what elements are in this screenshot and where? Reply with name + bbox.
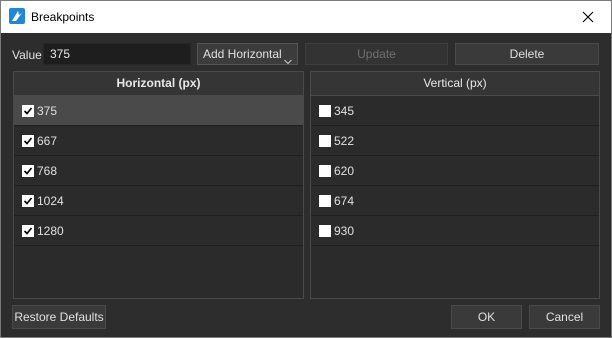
value-input[interactable] — [43, 43, 191, 65]
row-label: 1280 — [37, 223, 64, 238]
cancel-button[interactable]: Cancel — [529, 305, 600, 329]
row-label: 667 — [37, 133, 58, 148]
horizontal-row[interactable]: 1280 — [14, 216, 303, 246]
breakpoints-dialog: Breakpoints Value Add Horizontal Update … — [0, 0, 612, 338]
orientation-select-value: Add Horizontal — [203, 47, 282, 61]
checkbox-unchecked[interactable] — [319, 104, 331, 117]
row-label: 930 — [334, 223, 355, 238]
ok-button[interactable]: OK — [451, 305, 522, 329]
title-bar: Breakpoints — [1, 1, 611, 33]
horizontal-row[interactable]: 1024 — [14, 186, 303, 216]
row-label: 522 — [334, 133, 355, 148]
checkbox-unchecked[interactable] — [319, 164, 331, 177]
horizontal-row[interactable]: 667 — [14, 126, 303, 156]
close-icon[interactable] — [565, 1, 611, 33]
checkbox-checked[interactable] — [22, 134, 34, 147]
row-label: 375 — [37, 103, 58, 118]
checkbox-checked[interactable] — [22, 194, 34, 207]
horizontal-row[interactable]: 375 — [14, 96, 303, 126]
restore-defaults-button[interactable]: Restore Defaults — [12, 305, 106, 329]
vertical-list: Vertical (px) 345 522 620 674 930 — [310, 71, 600, 299]
horizontal-list: Horizontal (px) 375 667 768 1024 1280 — [13, 71, 304, 299]
checkbox-checked[interactable] — [22, 164, 34, 177]
window-title: Breakpoints — [31, 10, 95, 24]
vertical-row[interactable]: 522 — [311, 126, 599, 156]
checkbox-unchecked[interactable] — [319, 134, 331, 147]
orientation-select[interactable]: Add Horizontal — [197, 43, 298, 65]
vertical-row[interactable]: 930 — [311, 216, 599, 246]
vertical-row[interactable]: 345 — [311, 96, 599, 126]
row-label: 620 — [334, 163, 355, 178]
vertical-header: Vertical (px) — [311, 72, 599, 96]
checkbox-unchecked[interactable] — [319, 194, 331, 207]
vertical-row[interactable]: 674 — [311, 186, 599, 216]
app-logo-icon — [9, 8, 25, 24]
chevron-down-icon — [284, 51, 292, 65]
horizontal-row[interactable]: 768 — [14, 156, 303, 186]
checkbox-checked[interactable] — [22, 104, 34, 117]
row-label: 674 — [334, 193, 355, 208]
row-label: 1024 — [37, 193, 64, 208]
vertical-row[interactable]: 620 — [311, 156, 599, 186]
row-label: 345 — [334, 103, 355, 118]
dialog-content: Value Add Horizontal Update Delete Horiz… — [1, 33, 611, 337]
delete-button[interactable]: Delete — [455, 43, 599, 65]
value-label: Value — [12, 48, 42, 62]
update-button[interactable]: Update — [305, 43, 448, 65]
checkbox-checked[interactable] — [22, 224, 34, 237]
row-label: 768 — [37, 163, 58, 178]
horizontal-header: Horizontal (px) — [14, 72, 303, 96]
checkbox-unchecked[interactable] — [319, 224, 331, 237]
